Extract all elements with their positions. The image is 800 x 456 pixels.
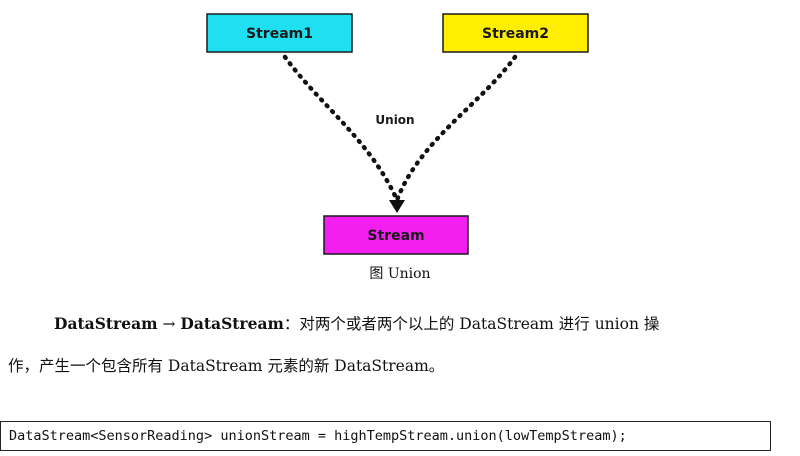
- paragraph-line-2: 作，产生一个包含所有 DataStream 元素的新 DataStream。: [8, 357, 445, 375]
- union-diagram: Union Stream1 Stream2 Stream: [206, 13, 589, 255]
- term-to: DataStream: [180, 314, 284, 333]
- edge-stream1-to-stream: [282, 54, 400, 203]
- term-from: DataStream: [54, 314, 158, 333]
- code-block: DataStream<SensorReading> unionStream = …: [0, 421, 771, 451]
- node-stream1-label: Stream1: [246, 26, 313, 42]
- code-line: DataStream<SensorReading> unionStream = …: [9, 428, 627, 444]
- node-stream2-label: Stream2: [482, 26, 549, 42]
- node-stream-label: Stream: [367, 228, 424, 244]
- edge-stream2-to-stream: [394, 54, 518, 203]
- node-stream1: Stream1: [206, 13, 353, 53]
- paragraph-line-1: DataStream → DataStream：对两个或者两个以上的 DataS…: [54, 312, 800, 334]
- edge-label-union: Union: [375, 113, 414, 127]
- paragraph-line-1-text: ：对两个或者两个以上的 DataStream 进行 union 操: [283, 315, 660, 333]
- arrow-head: [389, 200, 405, 213]
- node-stream2: Stream2: [442, 13, 589, 53]
- figure-caption: 图 Union: [369, 266, 431, 282]
- arrow-symbol: →: [162, 315, 176, 333]
- node-stream: Stream: [323, 215, 469, 255]
- document-page: ˇ Union Stream1 Stream2 Stream 图 Union D…: [0, 0, 800, 456]
